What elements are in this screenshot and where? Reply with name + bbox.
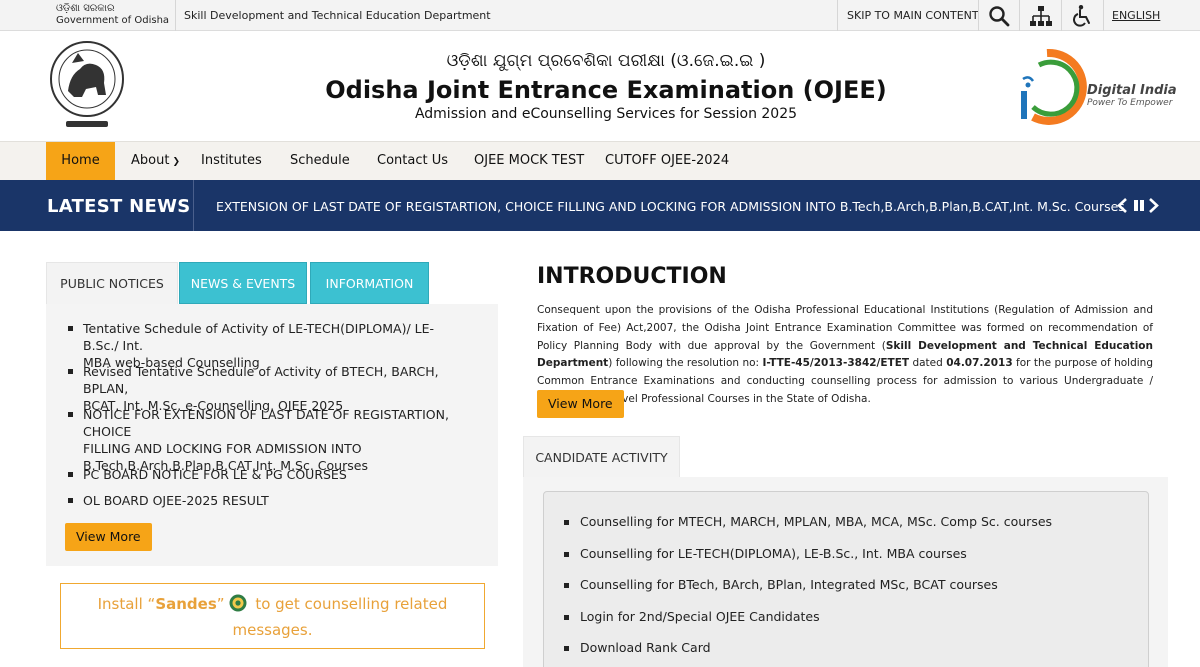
intro-text: dated <box>909 357 947 370</box>
sandes-app-name: Sandes <box>155 595 217 613</box>
candidate-activity-label: Counselling for BTech, BArch, BPlan, Int… <box>580 577 998 592</box>
skip-to-main-content-link[interactable]: SKIP TO MAIN CONTENT <box>847 9 979 22</box>
notice-item[interactable]: Tentative Schedule of Activity of LE-TEC… <box>68 320 468 370</box>
candidate-activity-label: Download Rank Card <box>580 640 711 655</box>
notice-item[interactable]: OL BOARD OJEE-2025 RESULT <box>68 492 468 518</box>
sandes-text-line-2: messages. <box>232 621 313 639</box>
candidate-activity-label: Counselling for MTECH, MARCH, MPLAN, MBA… <box>580 514 1053 529</box>
nav-item-about[interactable]: About ❯ <box>131 142 180 180</box>
nav-item-institutes[interactable]: Institutes <box>201 142 262 180</box>
candidate-activity-box: Counselling for MTECH, MARCH, MPLAN, MBA… <box>543 491 1149 667</box>
divider <box>837 0 838 31</box>
accessibility-icon[interactable] <box>1070 4 1094 28</box>
sitemap-icon[interactable] <box>1029 4 1053 28</box>
candidate-activity-link[interactable]: Counselling for LE-TECH(DIPLOMA), LE-B.S… <box>560 546 1052 578</box>
notices-view-more-button[interactable]: View More <box>65 523 152 551</box>
sandes-suffix: to get counselling related <box>250 595 448 613</box>
candidate-activity-label: Login for 2nd/Special OJEE Candidates <box>580 608 820 624</box>
nav-item-contact-us[interactable]: Contact Us <box>377 142 448 180</box>
notice-line: Tentative Schedule of Activity of LE-TEC… <box>83 321 435 353</box>
introduction-heading: INTRODUCTION <box>537 264 727 289</box>
pause-icon[interactable] <box>1133 198 1145 217</box>
bullet <box>68 472 73 477</box>
notice-tabs: PUBLIC NOTICES NEWS & EVENTS INFORMATION <box>46 262 498 304</box>
intro-resolution-number: I-TTE-45/2013-3842/ETET <box>762 357 910 370</box>
sandes-prefix: Install “ <box>97 595 156 613</box>
digital-india-wordmark: Digital India <box>1087 83 1177 98</box>
divider <box>978 0 979 31</box>
department-link[interactable]: Skill Development and Technical Educatio… <box>184 9 491 22</box>
sandes-quote: ” <box>216 595 225 613</box>
notice-list: Tentative Schedule of Activity of LE-TEC… <box>68 320 468 518</box>
candidate-activity-link[interactable]: Counselling for MTECH, MARCH, MPLAN, MBA… <box>560 514 1052 546</box>
intro-resolution-date: 04.07.2013 <box>946 357 1013 370</box>
prev-icon[interactable] <box>1117 198 1128 217</box>
intro-text: ) following the resolution no: <box>608 357 763 370</box>
notice-line: OL BOARD OJEE-2025 RESULT <box>83 493 269 508</box>
tab-public-notices[interactable]: PUBLIC NOTICES <box>46 262 178 304</box>
chevron-down-icon: ❯ <box>172 157 180 167</box>
main-navigation: Home About ❯ Institutes Schedule Contact … <box>0 141 1200 180</box>
candidate-activity-label: Counselling for LE-TECH(DIPLOMA), LE-B.S… <box>580 545 967 561</box>
candidate-activity-link[interactable]: Login for 2nd/Special OJEE Candidates <box>560 609 1052 641</box>
search-icon[interactable] <box>987 4 1011 28</box>
notice-line: Revised Tentative Schedule of Activity o… <box>83 364 439 396</box>
introduction-paragraph: Consequent upon the provisions of the Od… <box>537 302 1153 409</box>
language-switch-link[interactable]: ENGLISH <box>1112 9 1160 22</box>
public-notices-panel: Tentative Schedule of Activity of LE-TEC… <box>46 304 498 566</box>
bullet <box>68 326 73 331</box>
divider <box>193 180 194 231</box>
candidate-activity-panel: Counselling for MTECH, MARCH, MPLAN, MBA… <box>523 477 1168 667</box>
sandes-app-icon <box>229 594 247 612</box>
site-header: ଓଡ଼ିଶା ଯୁଗ୍ମ ପ୍ରବେଶିକା ପରୀକ୍ଷା (ଓ.ଜେ.ଇ.ଇ… <box>0 31 1200 141</box>
bullet <box>68 498 73 503</box>
candidate-activity-link[interactable]: Counselling for BTech, BArch, BPlan, Int… <box>560 577 1052 609</box>
notice-item[interactable]: PC BOARD NOTICE FOR LE & PG COURSES <box>68 466 468 492</box>
divider <box>175 0 176 31</box>
nav-item-schedule[interactable]: Schedule <box>290 142 350 180</box>
candidate-activity-list: Counselling for MTECH, MARCH, MPLAN, MBA… <box>560 514 1052 667</box>
government-odia-label: ଓଡ଼ିଶା ସରକାର <box>56 3 115 14</box>
divider <box>1103 0 1104 31</box>
notice-line: PC BOARD NOTICE FOR LE & PG COURSES <box>83 467 347 482</box>
ticker-news-link[interactable]: EXTENSION OF LAST DATE OF REGISTARTION, … <box>216 199 1125 214</box>
divider <box>1061 0 1062 31</box>
sandes-text-line: Install “Sandes” to get counselling rela… <box>61 594 484 613</box>
tab-news-events[interactable]: NEWS & EVENTS <box>179 262 307 304</box>
sandes-install-banner[interactable]: Install “Sandes” to get counselling rela… <box>60 583 485 649</box>
bullet <box>564 551 569 557</box>
digital-india-tagline: Power To Empower <box>1087 98 1173 108</box>
bullet <box>564 520 569 525</box>
latest-news-ticker: LATEST NEWS EXTENSION OF LAST DATE OF RE… <box>0 180 1200 231</box>
next-icon[interactable] <box>1148 198 1159 217</box>
top-utility-bar: ଓଡ଼ିଶା ସରକାର Government of Odisha Skill … <box>0 0 1200 31</box>
tab-candidate-activity[interactable]: CANDIDATE ACTIVITY <box>523 436 680 478</box>
intro-view-more-button[interactable]: View More <box>537 390 624 418</box>
digital-india-logo-icon <box>1017 45 1089 127</box>
notice-line: NOTICE FOR EXTENSION OF LAST DATE OF REG… <box>83 407 449 439</box>
ticker-label: LATEST NEWS <box>47 196 191 217</box>
divider <box>1019 0 1020 31</box>
bullet <box>68 369 73 374</box>
bullet <box>68 412 73 417</box>
bullet <box>564 583 569 588</box>
nav-item-cutoff[interactable]: CUTOFF OJEE-2024 <box>605 142 729 180</box>
notice-line: FILLING AND LOCKING FOR ADMISSION INTO <box>83 441 362 456</box>
notice-item[interactable]: NOTICE FOR EXTENSION OF LAST DATE OF REG… <box>68 406 468 473</box>
bullet <box>564 614 569 620</box>
government-label: Government of Odisha <box>56 15 170 26</box>
nav-item-mock-test[interactable]: OJEE MOCK TEST <box>474 142 584 180</box>
nav-item-label: About <box>131 153 170 168</box>
nav-item-home[interactable]: Home <box>46 142 115 180</box>
candidate-activity-link[interactable]: Download Rank Card <box>560 640 1052 667</box>
bullet <box>564 646 569 651</box>
notice-item[interactable]: Revised Tentative Schedule of Activity o… <box>68 363 468 413</box>
tab-information[interactable]: INFORMATION <box>310 262 429 304</box>
